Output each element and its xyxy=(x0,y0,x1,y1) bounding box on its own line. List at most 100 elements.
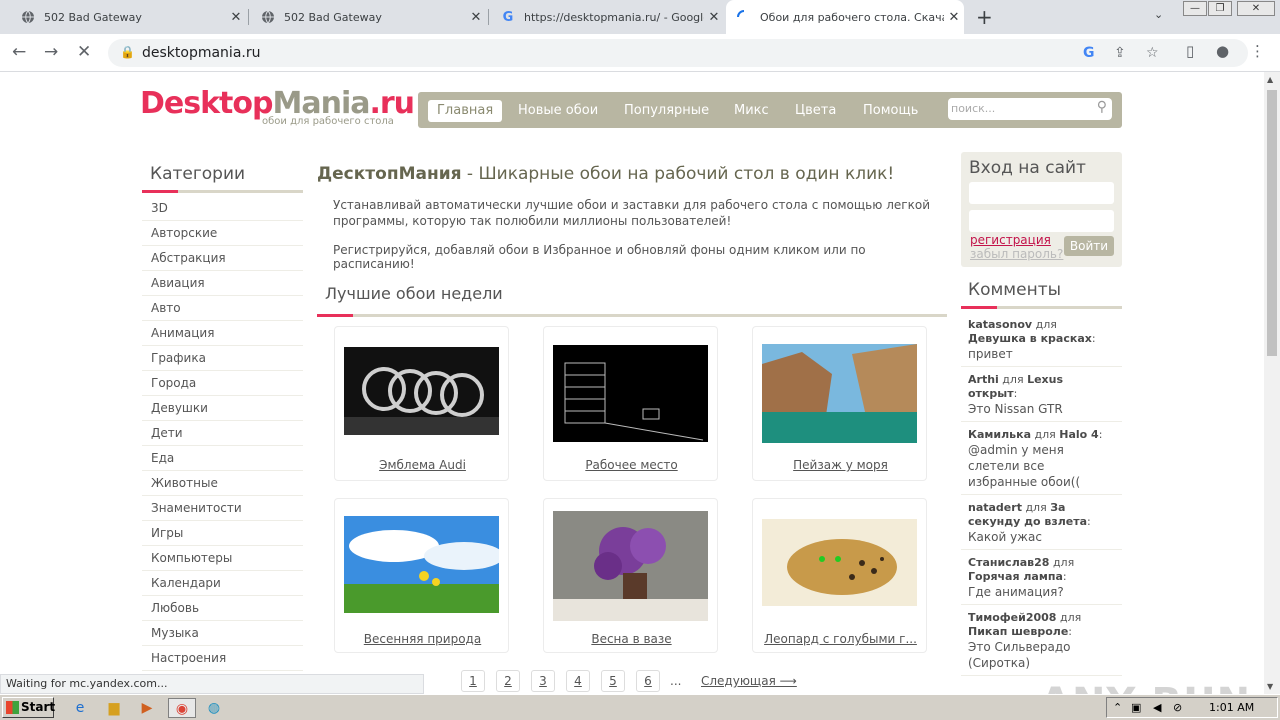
restore-button[interactable]: ❐ xyxy=(1208,1,1232,16)
edge-icon[interactable]: ◍ xyxy=(204,698,224,718)
comment-user-link[interactable]: Камилька xyxy=(968,428,1031,441)
close-tab-icon[interactable]: ✕ xyxy=(704,10,724,25)
wallpaper-card[interactable]: Пейзаж у моря xyxy=(752,326,927,481)
wallpaper-caption[interactable]: Рабочее место xyxy=(544,458,719,472)
minimize-button[interactable]: — xyxy=(1183,1,1207,16)
page-link-2[interactable]: 2 xyxy=(496,670,520,692)
login-button[interactable]: Войти xyxy=(1064,236,1114,256)
wallpaper-caption[interactable]: Леопард с голубыми г... xyxy=(753,632,928,646)
wallpaper-thumbnail-spring[interactable] xyxy=(344,516,499,613)
category-item[interactable]: Абстракция xyxy=(142,246,303,271)
login-username-input[interactable] xyxy=(969,182,1114,204)
network-icon[interactable]: ▣ xyxy=(1131,701,1141,714)
tray-arrow-icon[interactable]: ⌃ xyxy=(1113,701,1122,714)
lock-icon[interactable]: 🔒 xyxy=(120,45,135,59)
comment-wallpaper-link[interactable]: Девушка в красках xyxy=(968,332,1092,345)
page-scrollbar[interactable]: ▲ ▼ xyxy=(1264,72,1280,698)
scroll-down-icon[interactable]: ▼ xyxy=(1267,682,1273,691)
category-item[interactable]: Графика xyxy=(142,346,303,371)
wallpaper-card[interactable]: Рабочее место xyxy=(543,326,718,481)
comment-user-link[interactable]: katasonov xyxy=(968,318,1032,331)
comment-user-link[interactable]: Станислав28 xyxy=(968,556,1049,569)
menu-mix[interactable]: Микс xyxy=(725,100,778,122)
security-icon[interactable]: ⊘ xyxy=(1173,701,1182,714)
close-tab-icon[interactable]: ✕ xyxy=(944,10,964,25)
menu-help[interactable]: Помощь xyxy=(854,100,927,122)
tab-search-icon[interactable]: ⌄ xyxy=(1154,8,1163,21)
menu-new[interactable]: Новые обои xyxy=(509,100,607,122)
category-item[interactable]: Дети xyxy=(142,421,303,446)
comment-user-link[interactable]: Тимофей2008 xyxy=(968,611,1056,624)
category-item[interactable]: Еда xyxy=(142,446,303,471)
category-item[interactable]: Авто xyxy=(142,296,303,321)
side-panel-icon[interactable]: ▯ xyxy=(1186,42,1194,60)
category-item[interactable]: Девушки xyxy=(142,396,303,421)
page-link-1[interactable]: 1 xyxy=(461,670,485,692)
menu-popular[interactable]: Популярные xyxy=(615,100,718,122)
bookmark-star-icon[interactable]: ☆ xyxy=(1146,45,1159,61)
wallpaper-thumbnail-leopard[interactable] xyxy=(762,519,917,606)
category-item[interactable]: Города xyxy=(142,371,303,396)
register-link[interactable]: регистрация xyxy=(970,233,1051,247)
wallpaper-card[interactable]: Весна в вазе xyxy=(543,498,718,653)
comment-wallpaper-link[interactable]: Пикап шевроле xyxy=(968,625,1068,638)
close-tab-icon[interactable]: ✕ xyxy=(226,10,246,25)
wallpaper-thumbnail-seaside[interactable] xyxy=(762,344,917,443)
google-translate-icon[interactable]: G xyxy=(1083,45,1095,61)
volume-icon[interactable]: ◀ xyxy=(1153,701,1161,714)
tab-2[interactable]: 502 Bad Gateway ✕ xyxy=(250,0,486,34)
comment-wallpaper-link[interactable]: Горячая лампа xyxy=(968,570,1063,583)
category-item[interactable]: Авторские xyxy=(142,221,303,246)
login-password-input[interactable] xyxy=(969,210,1114,232)
clock[interactable]: 1:01 AM xyxy=(1209,701,1254,714)
menu-colors[interactable]: Цвета xyxy=(786,100,845,122)
chrome-icon[interactable]: ◉ xyxy=(168,698,196,718)
close-tab-icon[interactable]: ✕ xyxy=(466,10,486,25)
next-page-link[interactable]: Следующая ⟶ xyxy=(701,674,797,688)
comment-user-link[interactable]: natadert xyxy=(968,501,1022,514)
tab-3[interactable]: G https://desktopmania.ru/ - Google S ✕ xyxy=(490,0,724,34)
stop-loading-icon[interactable]: ✕ xyxy=(77,42,91,62)
category-item[interactable]: 3D xyxy=(142,196,303,221)
wallpaper-card[interactable]: Эмблема Audi xyxy=(334,326,509,481)
menu-home[interactable]: Главная xyxy=(428,100,503,122)
address-bar[interactable]: 🔒 desktopmania.ru G ⇪ ☆ xyxy=(108,39,1248,67)
close-window-button[interactable]: ✕ xyxy=(1237,1,1275,16)
scroll-up-icon[interactable]: ▲ xyxy=(1267,75,1273,84)
category-item[interactable]: Календари xyxy=(142,571,303,596)
category-item[interactable]: Животные xyxy=(142,471,303,496)
wallpaper-thumbnail-lilac[interactable] xyxy=(553,511,708,621)
wallpaper-thumbnail-audi[interactable] xyxy=(344,347,499,435)
page-link-4[interactable]: 4 xyxy=(566,670,590,692)
wallpaper-card[interactable]: Леопард с голубыми г... xyxy=(752,498,927,653)
wallpaper-caption[interactable]: Весна в вазе xyxy=(544,632,719,646)
category-item[interactable]: Настроения xyxy=(142,646,303,671)
forgot-password-link[interactable]: забыл пароль? xyxy=(970,247,1063,261)
tab-1[interactable]: 502 Bad Gateway ✕ xyxy=(10,0,246,34)
scrollbar-thumb[interactable] xyxy=(1267,90,1277,356)
menu-dots-icon[interactable]: ⋮ xyxy=(1250,42,1265,60)
start-button[interactable]: Start xyxy=(2,697,55,718)
page-link-5[interactable]: 5 xyxy=(601,670,625,692)
new-tab-button[interactable]: + xyxy=(976,5,993,29)
page-link-3[interactable]: 3 xyxy=(531,670,555,692)
wallpaper-caption[interactable]: Пейзаж у моря xyxy=(753,458,928,472)
media-player-icon[interactable]: ▶ xyxy=(137,698,157,718)
profile-icon[interactable]: ● xyxy=(1216,42,1229,60)
ie-icon[interactable]: e xyxy=(70,698,90,718)
forward-arrow-icon[interactable]: → xyxy=(44,42,58,62)
category-item[interactable]: Знаменитости xyxy=(142,496,303,521)
category-item[interactable]: Анимация xyxy=(142,321,303,346)
wallpaper-caption[interactable]: Эмблема Audi xyxy=(335,458,510,472)
back-arrow-icon[interactable]: ← xyxy=(12,42,26,62)
page-link-6[interactable]: 6 xyxy=(636,670,660,692)
comment-wallpaper-link[interactable]: Halo 4 xyxy=(1059,428,1098,441)
category-item[interactable]: Музыка xyxy=(142,621,303,646)
search-icon[interactable]: ⚲ xyxy=(1097,99,1107,115)
wallpaper-card[interactable]: Весенняя природа xyxy=(334,498,509,653)
tab-4-active[interactable]: Обои для рабочего стола. Скачат ✕ xyxy=(726,0,964,34)
url-text[interactable]: desktopmania.ru xyxy=(142,45,260,61)
category-item[interactable]: Компьютеры xyxy=(142,546,303,571)
site-search-input[interactable]: поиск... ⚲ xyxy=(948,98,1112,120)
category-item[interactable]: Игры xyxy=(142,521,303,546)
